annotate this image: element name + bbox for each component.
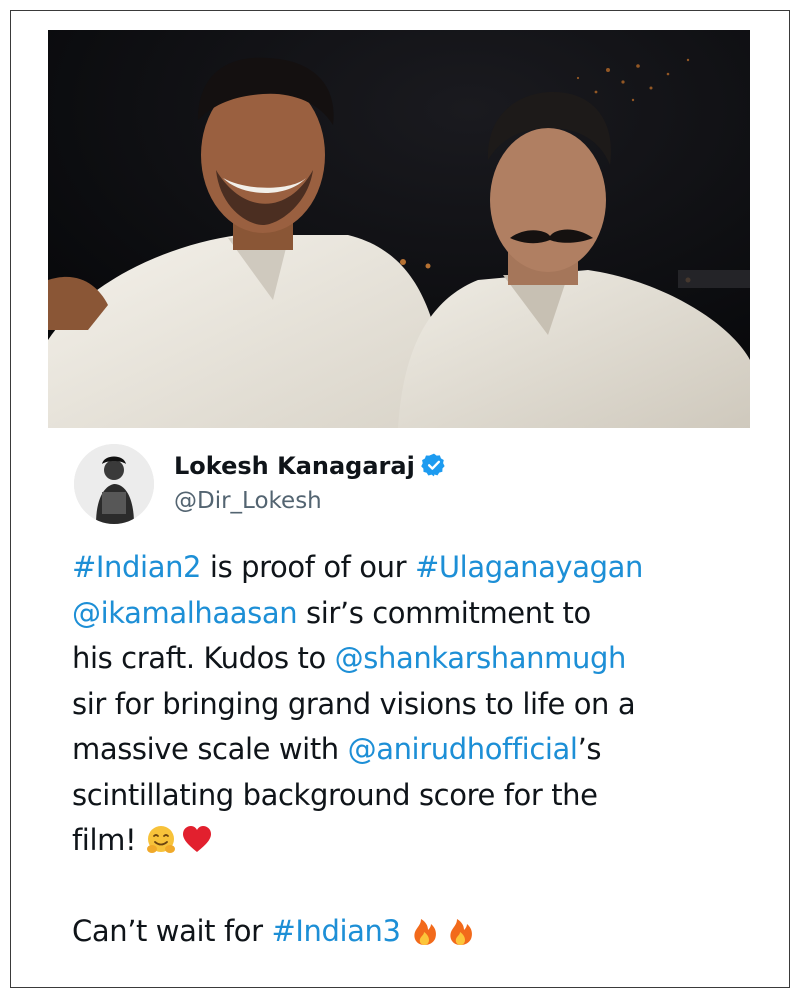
post-text-segment: ’s	[577, 732, 602, 766]
post-photo[interactable]	[48, 30, 750, 428]
author-name[interactable]: Lokesh Kanagaraj	[174, 452, 415, 480]
hugging-face-icon	[145, 824, 177, 856]
avatar-image	[74, 444, 154, 524]
photo-illustration	[48, 30, 750, 428]
post-text: #Indian2 is proof of our #Ulaganayagan @…	[72, 545, 742, 955]
mention-link[interactable]: @anirudhofficial	[348, 732, 578, 766]
hashtag-link[interactable]: #Indian3	[271, 914, 401, 948]
post-text-segment: scintillating background score for the	[72, 777, 598, 812]
post-text-segment: his craft. Kudos to	[72, 641, 335, 675]
fire-icon	[409, 915, 441, 947]
post-text-line: massive scale with @anirudhofficial’s	[72, 727, 742, 773]
post-text-segment: is proof of our	[201, 550, 415, 584]
mention-link[interactable]: @ikamalhaasan	[72, 596, 298, 630]
post-text-segment: Can’t wait for	[72, 914, 272, 948]
post-text-segment: film!	[72, 823, 146, 857]
post-text-line: Can’t wait for #Indian3	[72, 909, 742, 955]
post-text-line: sir for bringing grand visions to life o…	[72, 682, 742, 728]
hashtag-link[interactable]: #Ulaganayagan	[415, 550, 643, 584]
author-name-row[interactable]: Lokesh Kanagaraj	[174, 452, 447, 480]
author-handle[interactable]: @Dir_Lokesh	[174, 488, 322, 514]
post-text-line: film!	[72, 818, 742, 864]
post-header: Lokesh Kanagaraj @Dir_Lokesh	[74, 444, 734, 528]
author-avatar[interactable]	[74, 444, 154, 524]
post-text-segment: sir’s commitment to	[297, 595, 591, 630]
post-text-line: @ikamalhaasan sir’s commitment to	[72, 591, 742, 637]
post-text-segment: sir for bringing grand visions to life o…	[72, 686, 636, 721]
verified-badge-icon	[421, 452, 447, 478]
post-text-segment: massive scale with	[72, 732, 348, 766]
red-heart-icon	[181, 824, 213, 856]
post-text-line: his craft. Kudos to @shankarshanmugh	[72, 636, 742, 682]
post-text-line: #Indian2 is proof of our #Ulaganayagan	[72, 545, 742, 591]
post-text-line: scintillating background score for the	[72, 773, 742, 819]
hashtag-link[interactable]: #Indian2	[72, 550, 202, 584]
fire-icon	[445, 915, 477, 947]
mention-link[interactable]: @shankarshanmugh	[335, 641, 627, 675]
